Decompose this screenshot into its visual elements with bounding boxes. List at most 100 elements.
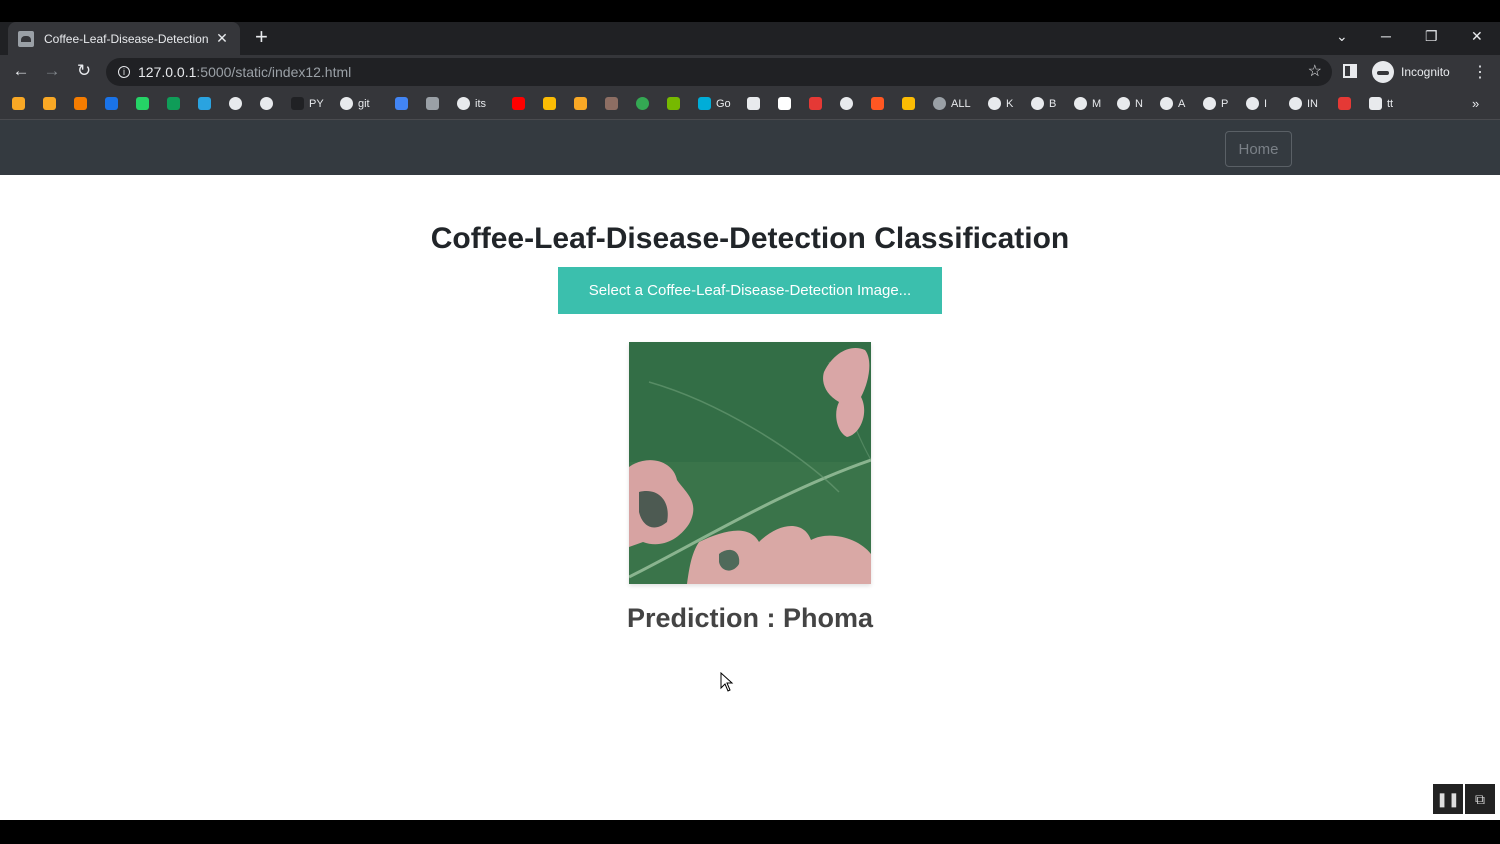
- bookmark-item[interactable]: [12, 97, 25, 110]
- bookmark-item[interactable]: [1338, 97, 1351, 110]
- site-info-icon[interactable]: i: [118, 66, 130, 78]
- google-icon: [457, 97, 470, 110]
- bookmark-item[interactable]: its: [457, 97, 486, 110]
- bookmark-label: A: [1178, 97, 1186, 110]
- new-tab-button[interactable]: +: [255, 26, 268, 48]
- bookmark-item[interactable]: [136, 97, 149, 110]
- bookmark-item[interactable]: B: [1031, 97, 1056, 110]
- bookmark-item[interactable]: [167, 97, 180, 110]
- car-icon: [426, 97, 439, 110]
- bookmark-label: I: [1264, 97, 1268, 110]
- bookmark-item[interactable]: [43, 97, 56, 110]
- bookmark-item[interactable]: [512, 97, 525, 110]
- bookmark-item[interactable]: [902, 97, 915, 110]
- bookmark-item[interactable]: [778, 97, 791, 110]
- side-panel-icon[interactable]: [1343, 64, 1357, 78]
- page-title: Coffee-Leaf-Disease-Detection Classifica…: [430, 222, 1070, 255]
- url-host: 127.0.0.1: [138, 64, 197, 80]
- address-bar[interactable]: i 127.0.0.1:5000/static/index12.html ☆: [106, 58, 1332, 86]
- bookmark-star-icon[interactable]: ☆: [1308, 61, 1322, 81]
- google-icon: [1246, 97, 1259, 110]
- bookmark-label: tt: [1387, 97, 1394, 110]
- bookmark-item[interactable]: git: [340, 97, 370, 110]
- nvidia-icon: [667, 97, 680, 110]
- yandex-icon: [809, 97, 822, 110]
- go-icon: [698, 97, 711, 110]
- monitor-icon: [1369, 97, 1382, 110]
- bookmark-item[interactable]: [636, 97, 649, 110]
- bookmark-label: IN: [1307, 97, 1318, 110]
- bookmark-label: K: [1006, 97, 1014, 110]
- forward-button[interactable]: →: [41, 61, 63, 81]
- bookmark-item[interactable]: [809, 97, 822, 110]
- picture-in-picture-button[interactable]: ⧉: [1465, 784, 1495, 814]
- bookmark-item[interactable]: [426, 97, 439, 110]
- video-player-controls: ❚❚ ⧉: [1431, 784, 1495, 814]
- bookmarks-bar: » PY git its Go ALL K B M N A P I IN tt: [0, 89, 1500, 120]
- tag-icon: [902, 97, 915, 110]
- bookmark-item[interactable]: [871, 97, 884, 110]
- bookmark-item[interactable]: [198, 97, 211, 110]
- bookmark-item[interactable]: N: [1117, 97, 1143, 110]
- bookmark-item[interactable]: PY: [291, 97, 324, 110]
- google-icon: [229, 97, 242, 110]
- screen-bottom-border: [0, 820, 1500, 844]
- badge-icon: [43, 97, 56, 110]
- sheets-icon: [167, 97, 180, 110]
- bookmark-label: Go: [716, 97, 731, 110]
- google-icon: [1074, 97, 1087, 110]
- bookmark-item[interactable]: [543, 97, 556, 110]
- google-icon: [340, 97, 353, 110]
- select-image-button[interactable]: Select a Coffee-Leaf-Disease-Detection I…: [558, 267, 942, 314]
- bookmark-label: git: [358, 97, 370, 110]
- bookmark-item[interactable]: IN: [1289, 97, 1318, 110]
- google-icon: [1160, 97, 1173, 110]
- tab-search-icon[interactable]: ⌄: [1336, 28, 1348, 45]
- tab-active[interactable]: Coffee-Leaf-Disease-Detection ✕: [8, 22, 240, 55]
- bookmark-item[interactable]: [105, 97, 118, 110]
- bookmark-item[interactable]: [260, 97, 273, 110]
- page-content: Coffee-Leaf-Disease-Detection Classifica…: [0, 175, 1500, 820]
- pause-button[interactable]: ❚❚: [1433, 784, 1463, 814]
- home-nav-button[interactable]: Home: [1225, 131, 1292, 167]
- minimize-button[interactable]: ─: [1381, 28, 1391, 44]
- bookmark-item[interactable]: tt: [1369, 97, 1393, 110]
- google-icon: [260, 97, 273, 110]
- bookmark-item[interactable]: I: [1246, 97, 1267, 110]
- close-window-button[interactable]: ✕: [1471, 28, 1483, 45]
- github-icon: [291, 97, 304, 110]
- bookmark-icon: [1338, 97, 1351, 110]
- bookmark-item[interactable]: [605, 97, 618, 110]
- doc-icon: [395, 97, 408, 110]
- bookmark-item[interactable]: M: [1074, 97, 1101, 110]
- bookmark-item[interactable]: P: [1203, 97, 1228, 110]
- shield-icon: [605, 97, 618, 110]
- leaf-photo: [629, 342, 871, 584]
- bookmark-item[interactable]: [667, 97, 680, 110]
- back-button[interactable]: ←: [10, 61, 32, 81]
- bookmark-label: PY: [309, 97, 324, 110]
- incognito-profile[interactable]: Incognito: [1372, 61, 1450, 83]
- reload-button[interactable]: ↻: [73, 61, 95, 81]
- browser-toolbar: ← → ↻ i 127.0.0.1:5000/static/index12.ht…: [0, 55, 1500, 89]
- bookmark-label: P: [1221, 97, 1229, 110]
- bookmark-item[interactable]: A: [1160, 97, 1185, 110]
- google-icon: [1203, 97, 1216, 110]
- bookmark-item[interactable]: [747, 97, 760, 110]
- tab-strip: Coffee-Leaf-Disease-Detection ✕ + ⌄ ─ ❐ …: [0, 22, 1500, 55]
- bookmark-item[interactable]: [229, 97, 242, 110]
- tab-close-icon[interactable]: ✕: [214, 30, 230, 47]
- incognito-icon: [1372, 61, 1394, 83]
- bookmark-item[interactable]: ALL: [933, 97, 971, 110]
- url-path: :5000/static/index12.html: [196, 64, 352, 80]
- bookmark-item[interactable]: K: [988, 97, 1013, 110]
- bookmark-item[interactable]: [395, 97, 408, 110]
- bookmarks-overflow-icon[interactable]: »: [1472, 96, 1479, 111]
- bookmark-item[interactable]: [574, 97, 587, 110]
- bookmark-item[interactable]: [840, 97, 853, 110]
- google-icon: [1289, 97, 1302, 110]
- browser-menu-icon[interactable]: ⋮: [1472, 62, 1488, 82]
- bookmark-item[interactable]: [74, 97, 87, 110]
- restore-button[interactable]: ❐: [1425, 28, 1438, 45]
- bookmark-item[interactable]: Go: [698, 97, 731, 110]
